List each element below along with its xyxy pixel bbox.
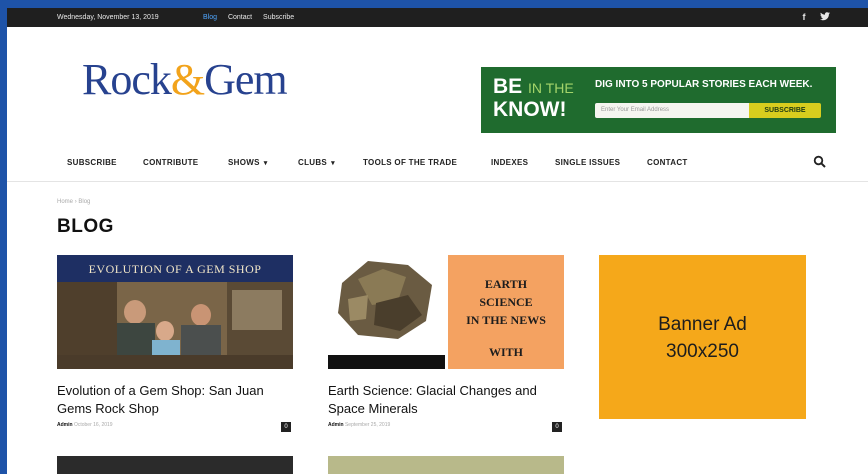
nav-contribute[interactable]: CONTRIBUTE [143, 158, 198, 167]
top-link-subscribe[interactable]: Subscribe [263, 14, 294, 21]
post-meta: Admin October 16, 2019 [57, 422, 113, 428]
search-icon[interactable] [813, 155, 827, 169]
nav-shows-label: SHOWS [228, 158, 260, 167]
page: Wednesday, November 13, 2019 Blog Contac… [7, 8, 868, 474]
banner-ad-line2: 300x250 [666, 341, 739, 362]
ad-headline: BE IN THE KNOW! [493, 76, 574, 121]
top-links: Blog Contact Subscribe [203, 14, 303, 21]
header-newsletter-ad[interactable]: BE IN THE KNOW! DIG INTO 5 POPULAR STORI… [481, 67, 836, 133]
logo-rock: Rock [82, 55, 172, 104]
comment-count[interactable]: 0 [281, 422, 291, 432]
logo-ampersand: & [170, 55, 205, 104]
main-nav: SUBSCRIBE CONTRIBUTE SHOWS ▾ CLUBS ▾ TOOLS… [7, 148, 868, 182]
thumb-text-line: SCIENCE [479, 295, 533, 309]
logo-gem: Gem [204, 55, 288, 104]
ad-be: BE [493, 75, 523, 98]
social-links: f [790, 12, 830, 22]
nav-indexes[interactable]: INDEXES [491, 158, 528, 167]
breadcrumb: Home › Blog [57, 199, 90, 205]
current-date: Wednesday, November 13, 2019 [57, 14, 159, 21]
next-post-thumbnail[interactable] [328, 456, 564, 474]
facebook-icon[interactable]: f [802, 12, 805, 22]
post-thumbnail[interactable]: EARTH SCIENCE IN THE NEWS WITH [328, 255, 564, 369]
ad-know: KNOW! [493, 98, 567, 121]
thumb-text-line: EARTH [484, 277, 528, 291]
page-title: BLOG [57, 216, 114, 237]
post-date: September 25, 2019 [344, 422, 391, 428]
nav-contact[interactable]: CONTACT [647, 158, 688, 167]
banner-ad-line1: Banner Ad [658, 314, 747, 335]
nav-single-issues[interactable]: SINGLE ISSUES [555, 158, 620, 167]
post-author[interactable]: Admin [57, 422, 73, 428]
site-logo[interactable]: Rock&Gem [82, 55, 288, 104]
thumb-heading: EVOLUTION OF A GEM SHOP [88, 262, 262, 276]
comment-count[interactable]: 0 [552, 422, 562, 432]
top-bar: Wednesday, November 13, 2019 Blog Contac… [7, 8, 868, 27]
post-card[interactable]: EVOLUTION OF A GEM SHOP Evolution of a G… [57, 255, 293, 445]
breadcrumb-home[interactable]: Home [57, 199, 73, 205]
post-author[interactable]: Admin [328, 422, 344, 428]
nav-clubs-label: CLUBS [298, 158, 328, 167]
ad-subscribe-button[interactable]: SUBSCRIBE [749, 103, 821, 118]
breadcrumb-separator: › [74, 199, 77, 205]
post-title[interactable]: Earth Science: Glacial Changes and Space… [328, 382, 558, 418]
post-date: October 16, 2019 [73, 422, 113, 428]
ad-in-the: IN THE [528, 80, 574, 96]
post-title[interactable]: Evolution of a Gem Shop: San Juan Gems R… [57, 382, 287, 418]
nav-subscribe[interactable]: SUBSCRIBE [67, 158, 117, 167]
chevron-down-icon: ▾ [263, 160, 268, 167]
ad-email-input[interactable]: Enter Your Email Address [595, 103, 749, 118]
nav-shows[interactable]: SHOWS ▾ [228, 158, 268, 167]
top-link-blog[interactable]: Blog [203, 14, 217, 21]
thumb-text-line: WITH [488, 345, 523, 359]
thumb-text: EARTH SCIENCE IN THE NEWS WITH [448, 275, 564, 361]
sidebar-banner-ad[interactable]: Banner Ad 300x250 [599, 255, 806, 419]
breadcrumb-current: Blog [78, 199, 91, 205]
twitter-icon[interactable] [820, 12, 830, 22]
post-card[interactable]: EARTH SCIENCE IN THE NEWS WITH Earth Sci… [328, 255, 564, 445]
thumb-text-line: IN THE NEWS [466, 313, 546, 327]
next-post-thumbnail[interactable] [57, 456, 293, 474]
post-meta: Admin September 25, 2019 [328, 422, 390, 428]
nav-clubs[interactable]: CLUBS ▾ [298, 158, 335, 167]
post-thumbnail[interactable]: EVOLUTION OF A GEM SHOP [57, 255, 293, 369]
ad-tagline: DIG INTO 5 POPULAR STORIES EACH WEEK. [595, 79, 813, 90]
top-link-contact[interactable]: Contact [228, 14, 252, 21]
chevron-down-icon: ▾ [331, 160, 335, 167]
nav-tools-of-the-trade[interactable]: TOOLS OF THE TRADE [363, 158, 457, 167]
